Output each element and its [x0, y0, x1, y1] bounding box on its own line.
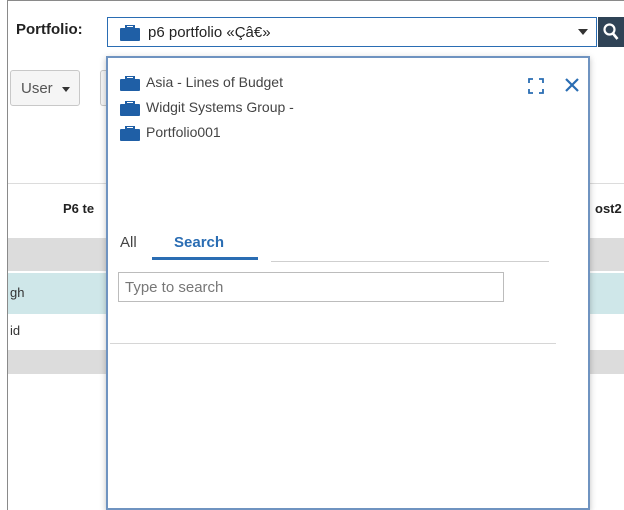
user-filter-button[interactable]: User — [10, 70, 80, 106]
tabs-divider — [271, 261, 549, 262]
selected-portfolio-value: p6 portfolio «Çâ€» — [148, 24, 271, 41]
dropdown-item[interactable]: Asia - Lines of Budget — [120, 74, 420, 94]
expand-icon[interactable] — [528, 78, 544, 94]
dropdown-item[interactable]: Portfolio001 — [120, 124, 420, 144]
table-cell: gh — [10, 285, 25, 300]
user-filter-label: User — [21, 80, 53, 97]
search-button[interactable] — [598, 17, 624, 47]
results-divider — [110, 343, 556, 344]
chevron-down-icon[interactable] — [578, 29, 588, 35]
search-icon — [603, 23, 619, 40]
portfolio-dropdown-panel: Asia - Lines of Budget Widgit Systems Gr… — [106, 56, 590, 510]
briefcase-icon — [120, 125, 140, 144]
close-icon[interactable] — [563, 76, 581, 94]
dropdown-item-label: Asia - Lines of Budget — [146, 74, 283, 90]
active-tab-indicator — [152, 257, 258, 260]
portfolio-select[interactable]: p6 portfolio «Çâ€» — [107, 17, 597, 47]
dropdown-item[interactable]: Widgit Systems Group - — [120, 99, 420, 119]
search-input[interactable] — [118, 272, 504, 302]
column-header-cost[interactable]: ost2 — [595, 201, 622, 216]
table-cell: id — [10, 323, 21, 338]
frame-top-border — [7, 0, 624, 1]
chevron-down-icon — [62, 87, 70, 92]
briefcase-icon — [120, 75, 140, 94]
briefcase-icon — [120, 24, 140, 46]
column-header-p6[interactable]: P6 te — [63, 201, 94, 216]
tab-search[interactable]: Search — [174, 234, 224, 251]
dropdown-item-label: Widgit Systems Group - — [146, 99, 294, 115]
tab-all[interactable]: All — [120, 234, 137, 251]
portfolio-label: Portfolio: — [16, 21, 83, 38]
briefcase-icon — [120, 100, 140, 119]
dropdown-item-label: Portfolio001 — [146, 124, 221, 140]
